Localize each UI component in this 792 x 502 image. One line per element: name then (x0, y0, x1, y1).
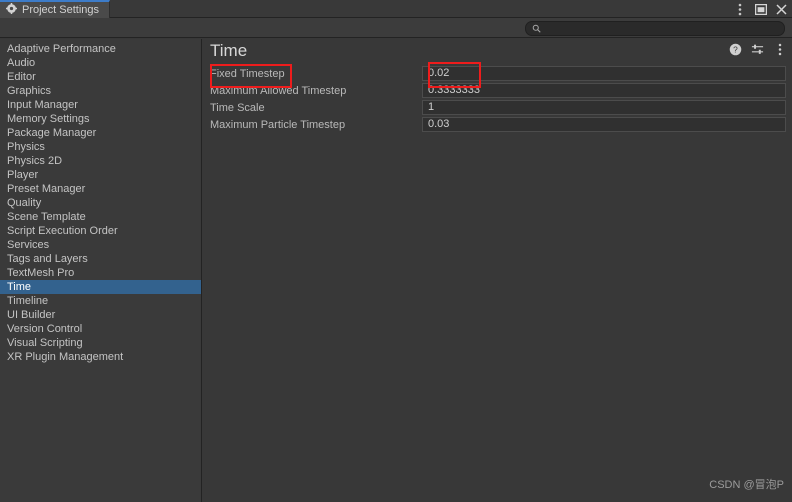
setting-label: Fixed Timestep (210, 67, 285, 80)
window-controls (733, 0, 788, 18)
panel-header-icons: ? (729, 43, 786, 56)
sidebar-item-timeline[interactable]: Timeline (0, 294, 201, 308)
sidebar-item-graphics[interactable]: Graphics (0, 84, 201, 98)
sidebar-item-version-control[interactable]: Version Control (0, 322, 201, 336)
sidebar-item-editor[interactable]: Editor (0, 70, 201, 84)
sidebar-item-adaptive-performance[interactable]: Adaptive Performance (0, 42, 201, 56)
window-tab-bar: Project Settings (0, 0, 792, 18)
tab-project-settings[interactable]: Project Settings (0, 0, 111, 19)
close-icon[interactable] (775, 2, 788, 16)
sidebar-item-script-execution-order[interactable]: Script Execution Order (0, 224, 201, 238)
sidebar-item-preset-manager[interactable]: Preset Manager (0, 182, 201, 196)
kebab-menu-icon[interactable] (773, 43, 786, 56)
settings-content-panel: Time ? Fixed Timestep 0.02 Maximum Allow… (203, 39, 792, 502)
maximize-icon[interactable] (754, 2, 767, 16)
svg-text:?: ? (733, 45, 738, 55)
panel-header: Time ? (203, 39, 792, 63)
project-settings-window: Project Settings Adaptive Performance Au… (0, 0, 792, 502)
setting-row: Maximum Particle Timestep 0.03 (203, 116, 792, 133)
setting-value-field[interactable]: 0.02 (422, 66, 786, 81)
setting-value: 0.3333333 (428, 84, 480, 96)
sidebar-item-input-manager[interactable]: Input Manager (0, 98, 201, 112)
help-icon[interactable]: ? (729, 43, 742, 56)
sidebar-item-ui-builder[interactable]: UI Builder (0, 308, 201, 322)
sidebar-item-tags-and-layers[interactable]: Tags and Layers (0, 252, 201, 266)
gear-icon (6, 1, 17, 19)
sidebar-item-scene-template[interactable]: Scene Template (0, 210, 201, 224)
search-icon (532, 20, 541, 38)
setting-label: Maximum Allowed Timestep (210, 84, 347, 97)
time-settings-rows: Fixed Timestep 0.02 Maximum Allowed Timest… (203, 63, 792, 133)
setting-value-field[interactable]: 1 (422, 100, 786, 115)
kebab-menu-icon[interactable] (733, 2, 746, 16)
sidebar-item-package-manager[interactable]: Package Manager (0, 126, 201, 140)
preset-icon[interactable] (751, 43, 764, 56)
setting-label: Time Scale (210, 101, 265, 114)
sidebar-item-visual-scripting[interactable]: Visual Scripting (0, 336, 201, 350)
setting-value-field[interactable]: 0.03 (422, 117, 786, 132)
settings-toolbar (0, 18, 792, 38)
sidebar-item-services[interactable]: Services (0, 238, 201, 252)
sidebar-item-xr-plugin-management[interactable]: XR Plugin Management (0, 350, 201, 364)
sidebar-item-audio[interactable]: Audio (0, 56, 201, 70)
setting-value: 1 (428, 101, 435, 113)
sidebar-item-quality[interactable]: Quality (0, 196, 201, 210)
sidebar-item-physics[interactable]: Physics (0, 140, 201, 154)
search-input[interactable] (545, 23, 770, 34)
sidebar-item-physics-2d[interactable]: Physics 2D (0, 154, 201, 168)
setting-value-field[interactable]: 0.3333333 (422, 83, 786, 98)
settings-category-list[interactable]: Adaptive Performance Audio Editor Graphics I… (0, 39, 202, 502)
sidebar-item-textmesh-pro[interactable]: TextMesh Pro (0, 266, 201, 280)
setting-row: Fixed Timestep 0.02 (203, 65, 792, 82)
page-title: Time (210, 41, 248, 60)
setting-row: Time Scale 1 (203, 99, 792, 116)
watermark: CSDN @冒泡P (709, 479, 784, 491)
tab-label: Project Settings (22, 3, 100, 16)
sidebar-item-time[interactable]: Time (0, 280, 201, 294)
setting-value: 0.03 (428, 118, 450, 130)
search-box[interactable] (525, 21, 785, 36)
sidebar-item-player[interactable]: Player (0, 168, 201, 182)
sidebar-item-memory-settings[interactable]: Memory Settings (0, 112, 201, 126)
setting-label: Maximum Particle Timestep (210, 118, 346, 131)
setting-row: Maximum Allowed Timestep 0.3333333 (203, 82, 792, 99)
setting-value: 0.02 (428, 67, 450, 79)
